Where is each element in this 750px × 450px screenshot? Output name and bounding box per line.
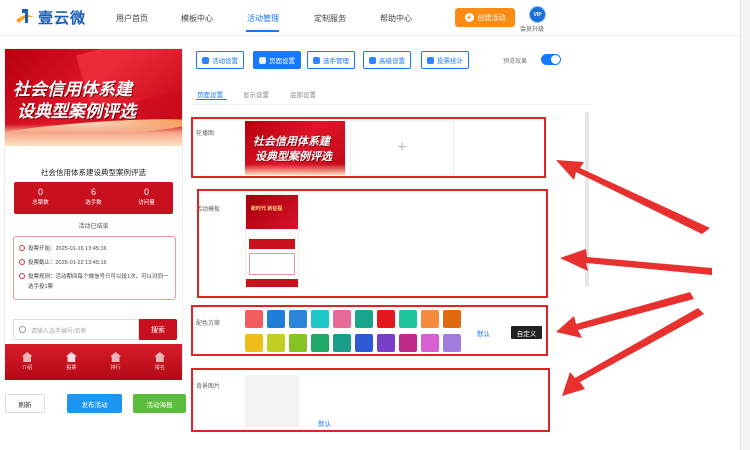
arrow-to-colors (556, 292, 694, 338)
annotation-arrows (556, 160, 712, 396)
arrow-to-carousel (556, 160, 710, 234)
arrow-to-background (562, 308, 704, 396)
arrow-to-template (560, 249, 712, 275)
